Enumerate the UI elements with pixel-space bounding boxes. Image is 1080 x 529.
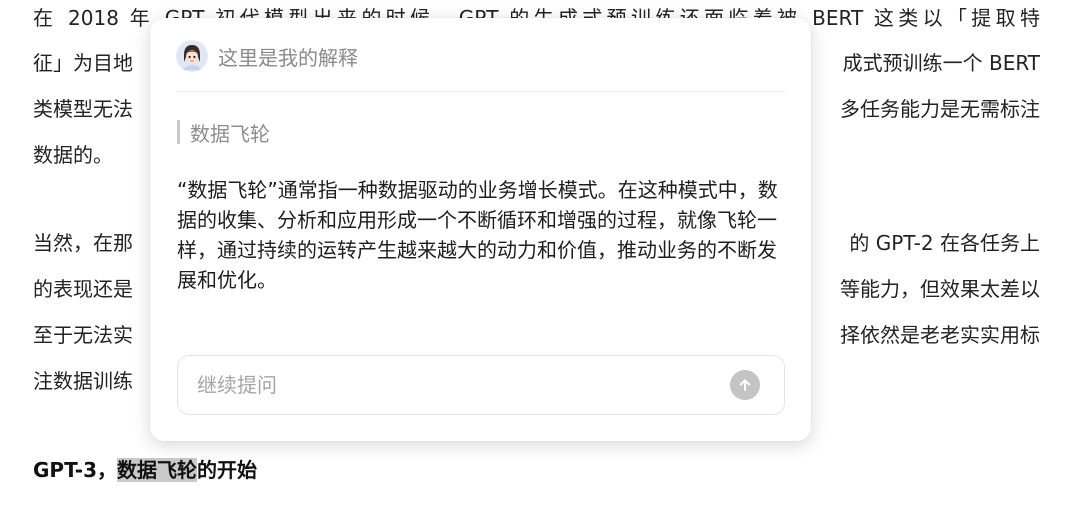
heading-suffix: 的开始 bbox=[197, 458, 257, 482]
assistant-avatar bbox=[176, 40, 208, 72]
send-button[interactable] bbox=[730, 370, 760, 400]
explanation-popup: 这里是我的解释 数据飞轮 “数据飞轮”通常指一种数据驱动的业务增长模式。在这种模… bbox=[150, 18, 811, 441]
article-line: 成式预训练一个 BERT bbox=[842, 51, 1040, 75]
section-heading: GPT-3，数据飞轮的开始 bbox=[33, 454, 257, 486]
explanation-text: “数据飞轮”通常指一种数据驱动的业务增长模式。在这种模式中，数据的收集、分析和应… bbox=[177, 178, 778, 292]
follow-up-box bbox=[177, 355, 785, 415]
quote-bar bbox=[177, 120, 180, 144]
follow-up-input[interactable] bbox=[197, 356, 717, 414]
article-line: 多任务能力是无需标注 bbox=[840, 97, 1040, 121]
article-line: 择依然是老老实实用标 bbox=[840, 323, 1040, 347]
divider bbox=[176, 91, 785, 92]
popup-title: 这里是我的解释 bbox=[218, 45, 358, 70]
article-line: 的 GPT-2 在各任务上 bbox=[849, 231, 1040, 255]
selected-text-highlight[interactable]: 数据飞轮 bbox=[117, 458, 197, 482]
article-line: 等能力，但效果太差以 bbox=[840, 277, 1040, 301]
arrow-up-icon bbox=[739, 379, 751, 391]
heading-prefix: GPT-3， bbox=[33, 458, 117, 482]
quote-text: 数据飞轮 bbox=[190, 121, 270, 146]
popup-header: 这里是我的解释 bbox=[176, 38, 358, 74]
quoted-selection: 数据飞轮 bbox=[177, 118, 270, 146]
